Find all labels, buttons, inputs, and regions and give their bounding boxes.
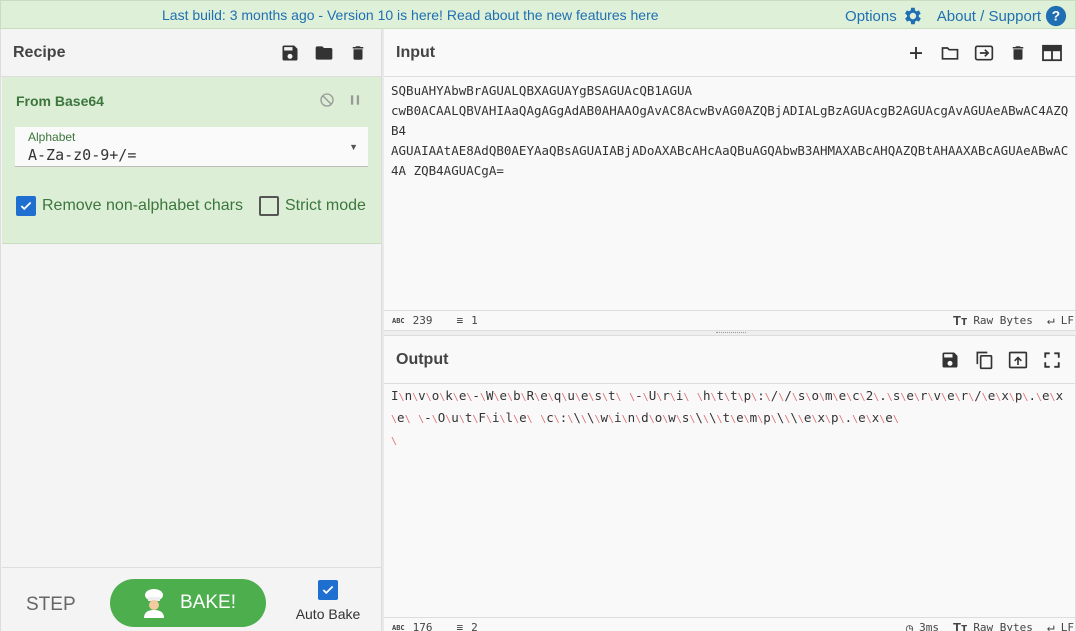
save-icon <box>282 45 298 60</box>
clear-input-button[interactable] <box>1007 42 1029 64</box>
recipe-title: Recipe <box>13 43 66 61</box>
options-button[interactable]: Options <box>845 5 923 27</box>
recipe-header: Recipe <box>1 29 381 77</box>
copy-output-button[interactable] <box>973 349 995 371</box>
lines-icon: ≡ <box>456 621 464 631</box>
disable-operation-button[interactable] <box>318 91 336 109</box>
open-folder-button[interactable] <box>973 42 995 64</box>
top-nav: Options About / Support ? <box>831 5 1067 27</box>
recipe-pane: Recipe From Base64 Alphabet A-Za-z0-9+/=… <box>0 29 382 631</box>
build-notice: Last build: 3 months ago - Version 10 is… <box>162 7 659 23</box>
input-file-icon <box>974 45 994 60</box>
alphabet-value: A-Za-z0-9+/= <box>28 146 137 164</box>
pause-icon <box>350 95 360 105</box>
auto-bake-checkbox[interactable]: Auto Bake <box>292 580 364 622</box>
step-button[interactable]: STEP <box>26 594 76 616</box>
bake-label: BAKE! <box>180 592 236 613</box>
reset-layout-button[interactable] <box>1041 42 1063 64</box>
features-link[interactable]: here <box>631 7 659 23</box>
trash-icon <box>352 45 364 60</box>
abc-icon: ABC <box>392 623 405 631</box>
checkbox-unchecked-icon <box>259 196 279 216</box>
top-banner: Last build: 3 months ago - Version 10 is… <box>0 0 1076 29</box>
output-line-count: ≡ 2 <box>457 621 478 631</box>
load-recipe-button[interactable] <box>313 42 335 64</box>
add-tab-button[interactable] <box>905 42 927 64</box>
input-eol-button[interactable]: ↵ LF <box>1047 313 1074 328</box>
options-label: Options <box>845 7 897 25</box>
layout-icon <box>1042 44 1062 61</box>
clock-icon: ◷ <box>905 620 914 631</box>
open-file-button[interactable] <box>939 42 961 64</box>
clear-recipe-button[interactable] <box>347 42 369 64</box>
strict-mode-label: Strict mode <box>285 197 366 214</box>
svg-text:?: ? <box>1052 9 1060 24</box>
build-notice-text: Last build: 3 months ago - Version 10 is… <box>162 7 631 23</box>
grip-icon <box>716 332 746 334</box>
alphabet-label: Alphabet <box>28 130 76 144</box>
save-recipe-button[interactable] <box>279 42 301 64</box>
disable-icon <box>320 93 334 107</box>
checkbox-checked-icon <box>318 580 338 600</box>
output-text[interactable]: I\n\v\o\k\e\-\W\e\b\R\e\q\u\e\s\t\ \-\U\… <box>391 386 1071 452</box>
output-header: Output <box>384 336 1075 384</box>
input-char-count: ABC 239 <box>392 314 433 327</box>
output-char-count: ABC 176 <box>392 621 433 631</box>
abc-icon: ABC <box>392 316 405 325</box>
folder-open-icon <box>941 46 959 60</box>
input-textarea[interactable]: SQBuAHYAbwBrAGUALQBXAGUAYgBSAGUAcQB1AGUA… <box>391 81 1071 181</box>
replace-input-button[interactable] <box>1007 349 1029 371</box>
bake-controls: STEP BAKE! Auto Bake <box>2 567 382 631</box>
lines-icon: ≡ <box>456 314 464 327</box>
fullscreen-icon <box>1044 351 1060 368</box>
input-pane: Input SQBuAHYAbwBrAGUALQBXAGUAYgBSAGUAcQ… <box>384 29 1076 332</box>
text-size-icon: Tт <box>953 313 968 328</box>
maximise-output-button[interactable] <box>1041 349 1063 371</box>
return-icon: ↵ <box>1046 313 1055 328</box>
save-icon <box>942 352 958 367</box>
remove-non-alphabet-label: Remove non-alphabet chars <box>42 197 244 214</box>
output-pane: Output I\n\v\o\k\e\-\W\e\b\R\e\q\u\e\s\t… <box>384 336 1076 631</box>
pause-operation-button[interactable] <box>346 91 364 109</box>
input-line-count: ≡ 1 <box>456 314 478 327</box>
operation-title: From Base64 <box>16 93 104 109</box>
gear-icon <box>904 7 921 25</box>
copy-icon <box>976 351 993 369</box>
output-title: Output <box>396 350 449 368</box>
remove-non-alphabet-checkbox[interactable]: Remove non-alphabet chars <box>16 196 243 216</box>
about-support-label: About / Support <box>936 7 1041 25</box>
folder-icon <box>315 45 333 60</box>
upload-icon <box>1008 351 1028 368</box>
chef-icon <box>144 589 164 618</box>
strict-mode-checkbox[interactable]: Strict mode <box>259 196 366 216</box>
input-status-bar: ABC 239 ≡ 1 Tт Raw Bytes ↵ LF <box>384 310 1076 330</box>
return-icon: ↵ <box>1046 620 1055 631</box>
output-status-bar: ABC 176 ≡ 2 ◷ 3ms Tт Raw Bytes ↵ LF <box>384 617 1076 631</box>
save-output-button[interactable] <box>939 349 961 371</box>
checkbox-checked-icon <box>16 196 36 216</box>
auto-bake-label: Auto Bake <box>295 606 361 622</box>
input-header: Input <box>384 29 1075 77</box>
chevron-down-icon: ▼ <box>349 142 358 152</box>
bake-button[interactable]: BAKE! <box>110 579 266 627</box>
help-icon: ? <box>1045 5 1067 27</box>
alphabet-select[interactable]: Alphabet A-Za-z0-9+/= ▼ <box>15 127 368 167</box>
operation-from-base64[interactable]: From Base64 Alphabet A-Za-z0-9+/= ▼ Remo… <box>2 77 382 244</box>
plus-icon <box>910 46 922 59</box>
input-title: Input <box>396 43 436 61</box>
output-encoding-button[interactable]: Tт Raw Bytes <box>953 620 1033 631</box>
text-size-icon: Tт <box>953 620 968 631</box>
output-eol-button[interactable]: ↵ LF <box>1047 620 1074 631</box>
about-support-button[interactable]: About / Support ? <box>937 5 1067 27</box>
bake-time: ◷ 3ms <box>906 621 939 631</box>
input-encoding-button[interactable]: Tт Raw Bytes <box>953 313 1033 328</box>
trash-icon <box>1012 45 1024 60</box>
